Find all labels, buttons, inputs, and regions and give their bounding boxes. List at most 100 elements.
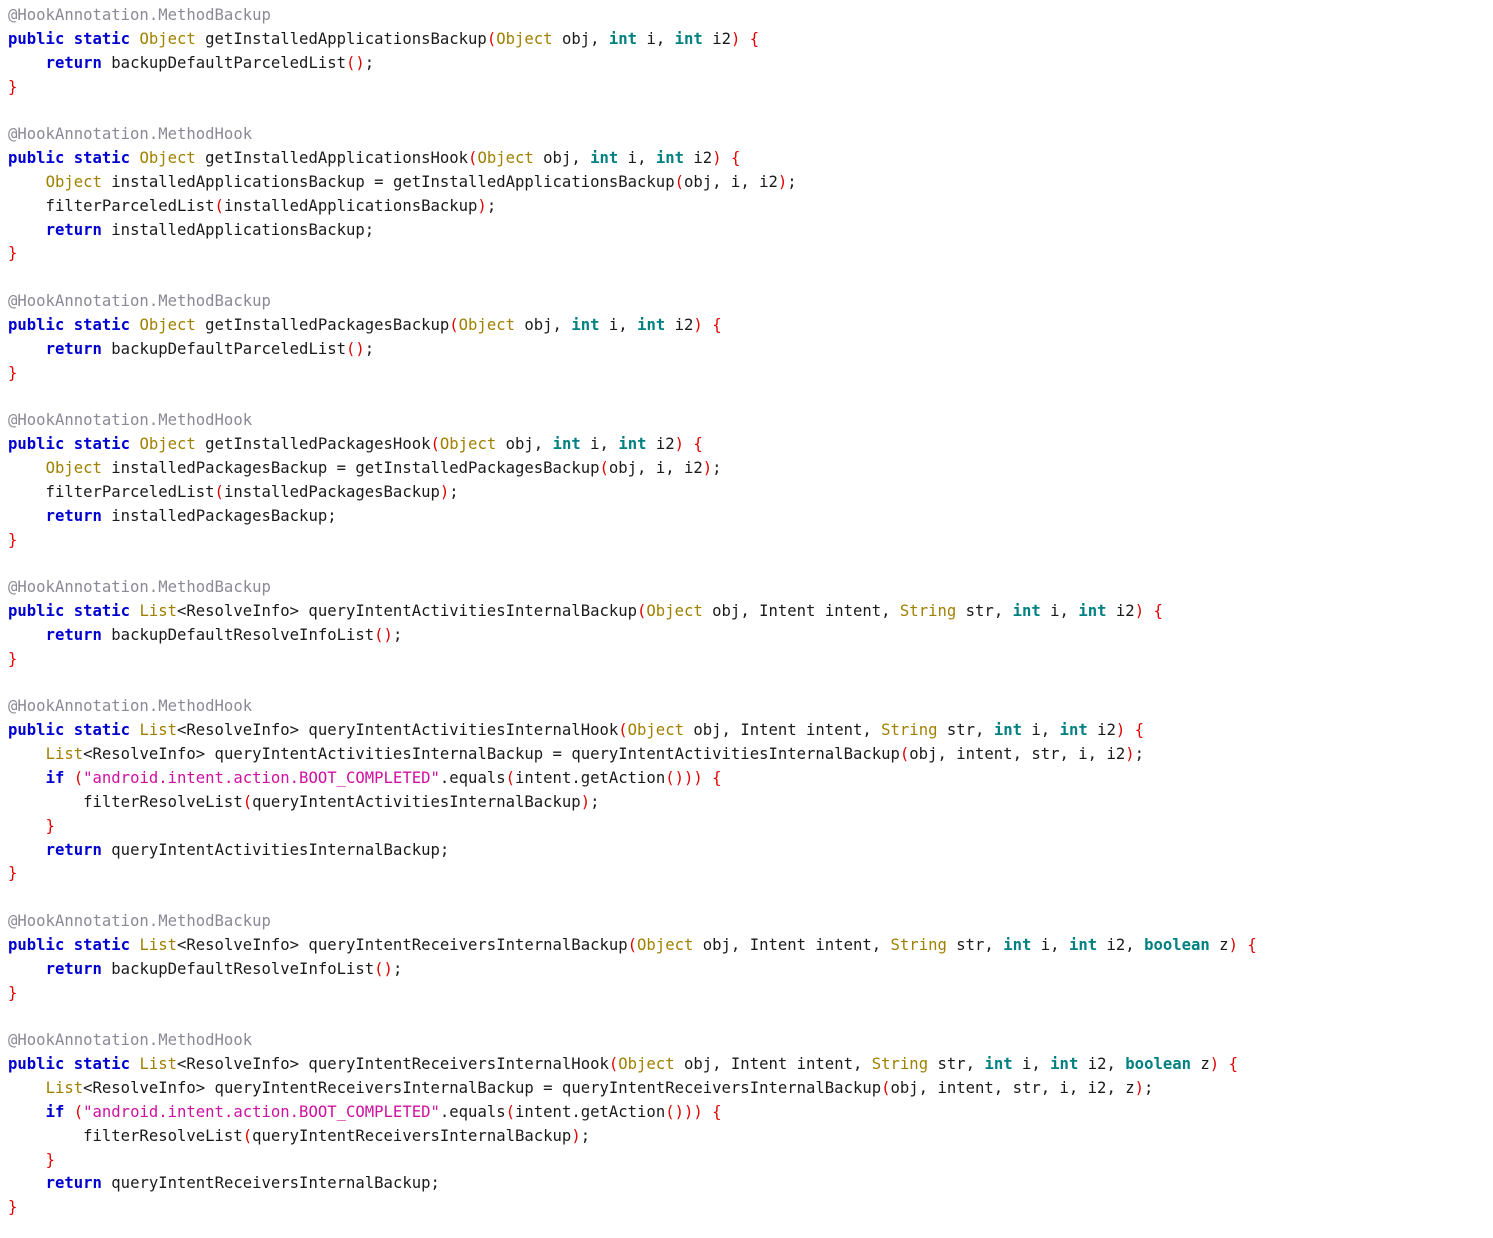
code-token-type: String xyxy=(890,935,947,954)
code-token-punc: ( xyxy=(627,935,638,954)
code-token-type: String xyxy=(899,602,957,621)
code-line: @HookAnnotation.MethodBackup xyxy=(8,4,1493,28)
code-token-type: List xyxy=(139,935,177,954)
code-token-prim: int xyxy=(637,315,666,334)
code-token-prim: int xyxy=(618,435,647,454)
code-token-punc: ( xyxy=(449,315,459,334)
code-token-ann: @HookAnnotation.MethodHook xyxy=(8,125,253,144)
code-token-plain: i, xyxy=(1012,1055,1051,1074)
code-line: public static Object getInstalledApplica… xyxy=(8,147,1493,171)
code-token-punc: } xyxy=(45,816,55,835)
code-token-plain: backupDefaultResolveInfoList xyxy=(101,959,375,978)
code-token-plain: obj, Intent intent, xyxy=(683,721,882,740)
code-token-plain: i2, xyxy=(1078,1055,1126,1074)
code-token-punc: } xyxy=(45,1150,55,1169)
code-token-type: Object xyxy=(477,149,534,168)
code-token-plain: obj, xyxy=(533,149,591,168)
code-token-punc: ) xyxy=(580,792,591,811)
code-line: public static List<ResolveInfo> queryInt… xyxy=(8,719,1493,743)
code-token-punc: ( xyxy=(599,459,609,478)
code-token-punc: ) { xyxy=(693,315,722,334)
code-token-type: Object xyxy=(618,1055,675,1074)
code-token-plain: <ResolveInfo> queryIntentReceiversIntern… xyxy=(83,1078,882,1097)
code-token-punc: ( xyxy=(486,29,497,48)
code-token-plain: str, xyxy=(928,1055,985,1074)
code-token-type: Object xyxy=(139,29,196,48)
code-line: public static List<ResolveInfo> queryInt… xyxy=(8,600,1493,624)
code-token-plain: i2 xyxy=(684,149,713,168)
code-token-prim: int xyxy=(590,149,619,168)
code-token-plain: obj, xyxy=(515,315,572,334)
code-token-plain: i, xyxy=(637,29,675,48)
code-token-plain: i2 xyxy=(1087,721,1116,740)
code-token-ann: @HookAnnotation.MethodHook xyxy=(8,411,253,430)
code-token-type: List xyxy=(45,1078,84,1097)
code-token-prim: int xyxy=(608,29,638,48)
code-token-punc: ) { xyxy=(1209,1055,1238,1074)
code-token-plain: filterParceledList xyxy=(8,196,215,215)
code-line: return backupDefaultParceledList(); xyxy=(8,52,1493,76)
code-token-prim: int xyxy=(1050,1055,1079,1074)
code-token-plain: installedPackagesBackup; xyxy=(101,506,337,525)
code-token-punc: ) { xyxy=(674,435,703,454)
code-token-ann: @HookAnnotation.MethodBackup xyxy=(8,912,271,931)
code-line: @HookAnnotation.MethodBackup xyxy=(8,910,1493,934)
code-line: public static List<ResolveInfo> queryInt… xyxy=(8,1053,1493,1077)
code-line: @HookAnnotation.MethodHook xyxy=(8,123,1493,147)
code-token-kw: return xyxy=(45,1174,102,1193)
code-token-plain: filterResolveList xyxy=(8,1126,243,1145)
code-line: } xyxy=(8,648,1493,672)
code-token-ann: @HookAnnotation.MethodHook xyxy=(8,697,253,716)
code-token-plain: installedApplicationsBackup; xyxy=(101,220,375,239)
code-token-plain: installedPackagesBackup xyxy=(223,482,440,501)
code-token-plain: obj, i, i2 xyxy=(608,459,703,478)
code-token-punc: ) xyxy=(1134,1078,1145,1097)
code-token-punc: ( xyxy=(73,1102,84,1121)
code-token-plain: installedApplicationsBackup xyxy=(223,196,478,215)
code-token-plain: ; xyxy=(1144,1078,1154,1097)
code-token-kw: return xyxy=(45,220,102,239)
code-token-str: "android.intent.action.BOOT_COMPLETED" xyxy=(83,769,440,787)
code-token-punc: } xyxy=(8,864,18,883)
code-viewer[interactable]: @HookAnnotation.MethodBackup public stati… xyxy=(0,0,1493,1221)
code-line: return queryIntentReceiversInternalBacku… xyxy=(8,1172,1493,1196)
code-token-type: Object xyxy=(139,315,196,334)
code-token-plain: obj, intent, str, i, i2, z xyxy=(890,1078,1135,1097)
code-token-ann: @HookAnnotation.MethodHook xyxy=(8,1031,253,1050)
code-line: return queryIntentActivitiesInternalBack… xyxy=(8,839,1493,863)
code-token-punc: ) xyxy=(702,459,713,478)
code-token-type: Object xyxy=(439,435,497,454)
code-token-prim: int xyxy=(655,149,685,168)
code-token-plain: obj, Intent intent, xyxy=(674,1055,872,1074)
code-line: Object installedPackagesBackup = getInst… xyxy=(8,457,1493,481)
code-token-kw: return xyxy=(45,506,102,525)
code-token-plain: i, xyxy=(618,149,656,168)
code-token-punc: ) { xyxy=(1115,721,1145,740)
code-token-plain: ; xyxy=(1134,745,1145,764)
code-token-punc: } xyxy=(8,244,18,263)
code-token-plain: i, xyxy=(1031,935,1069,954)
code-token-type: Object xyxy=(139,435,196,454)
code-line: @HookAnnotation.MethodBackup xyxy=(8,576,1493,600)
code-line: @HookAnnotation.MethodBackup xyxy=(8,290,1493,314)
code-token-prim: int xyxy=(1078,602,1107,621)
code-token-punc: { xyxy=(712,769,722,787)
code-line: return installedApplicationsBackup; xyxy=(8,219,1493,243)
code-token-prim: int xyxy=(984,1055,1013,1074)
code-line: } xyxy=(8,1196,1493,1220)
code-token-type: List xyxy=(139,721,177,740)
code-token-plain: z xyxy=(1191,1055,1210,1074)
